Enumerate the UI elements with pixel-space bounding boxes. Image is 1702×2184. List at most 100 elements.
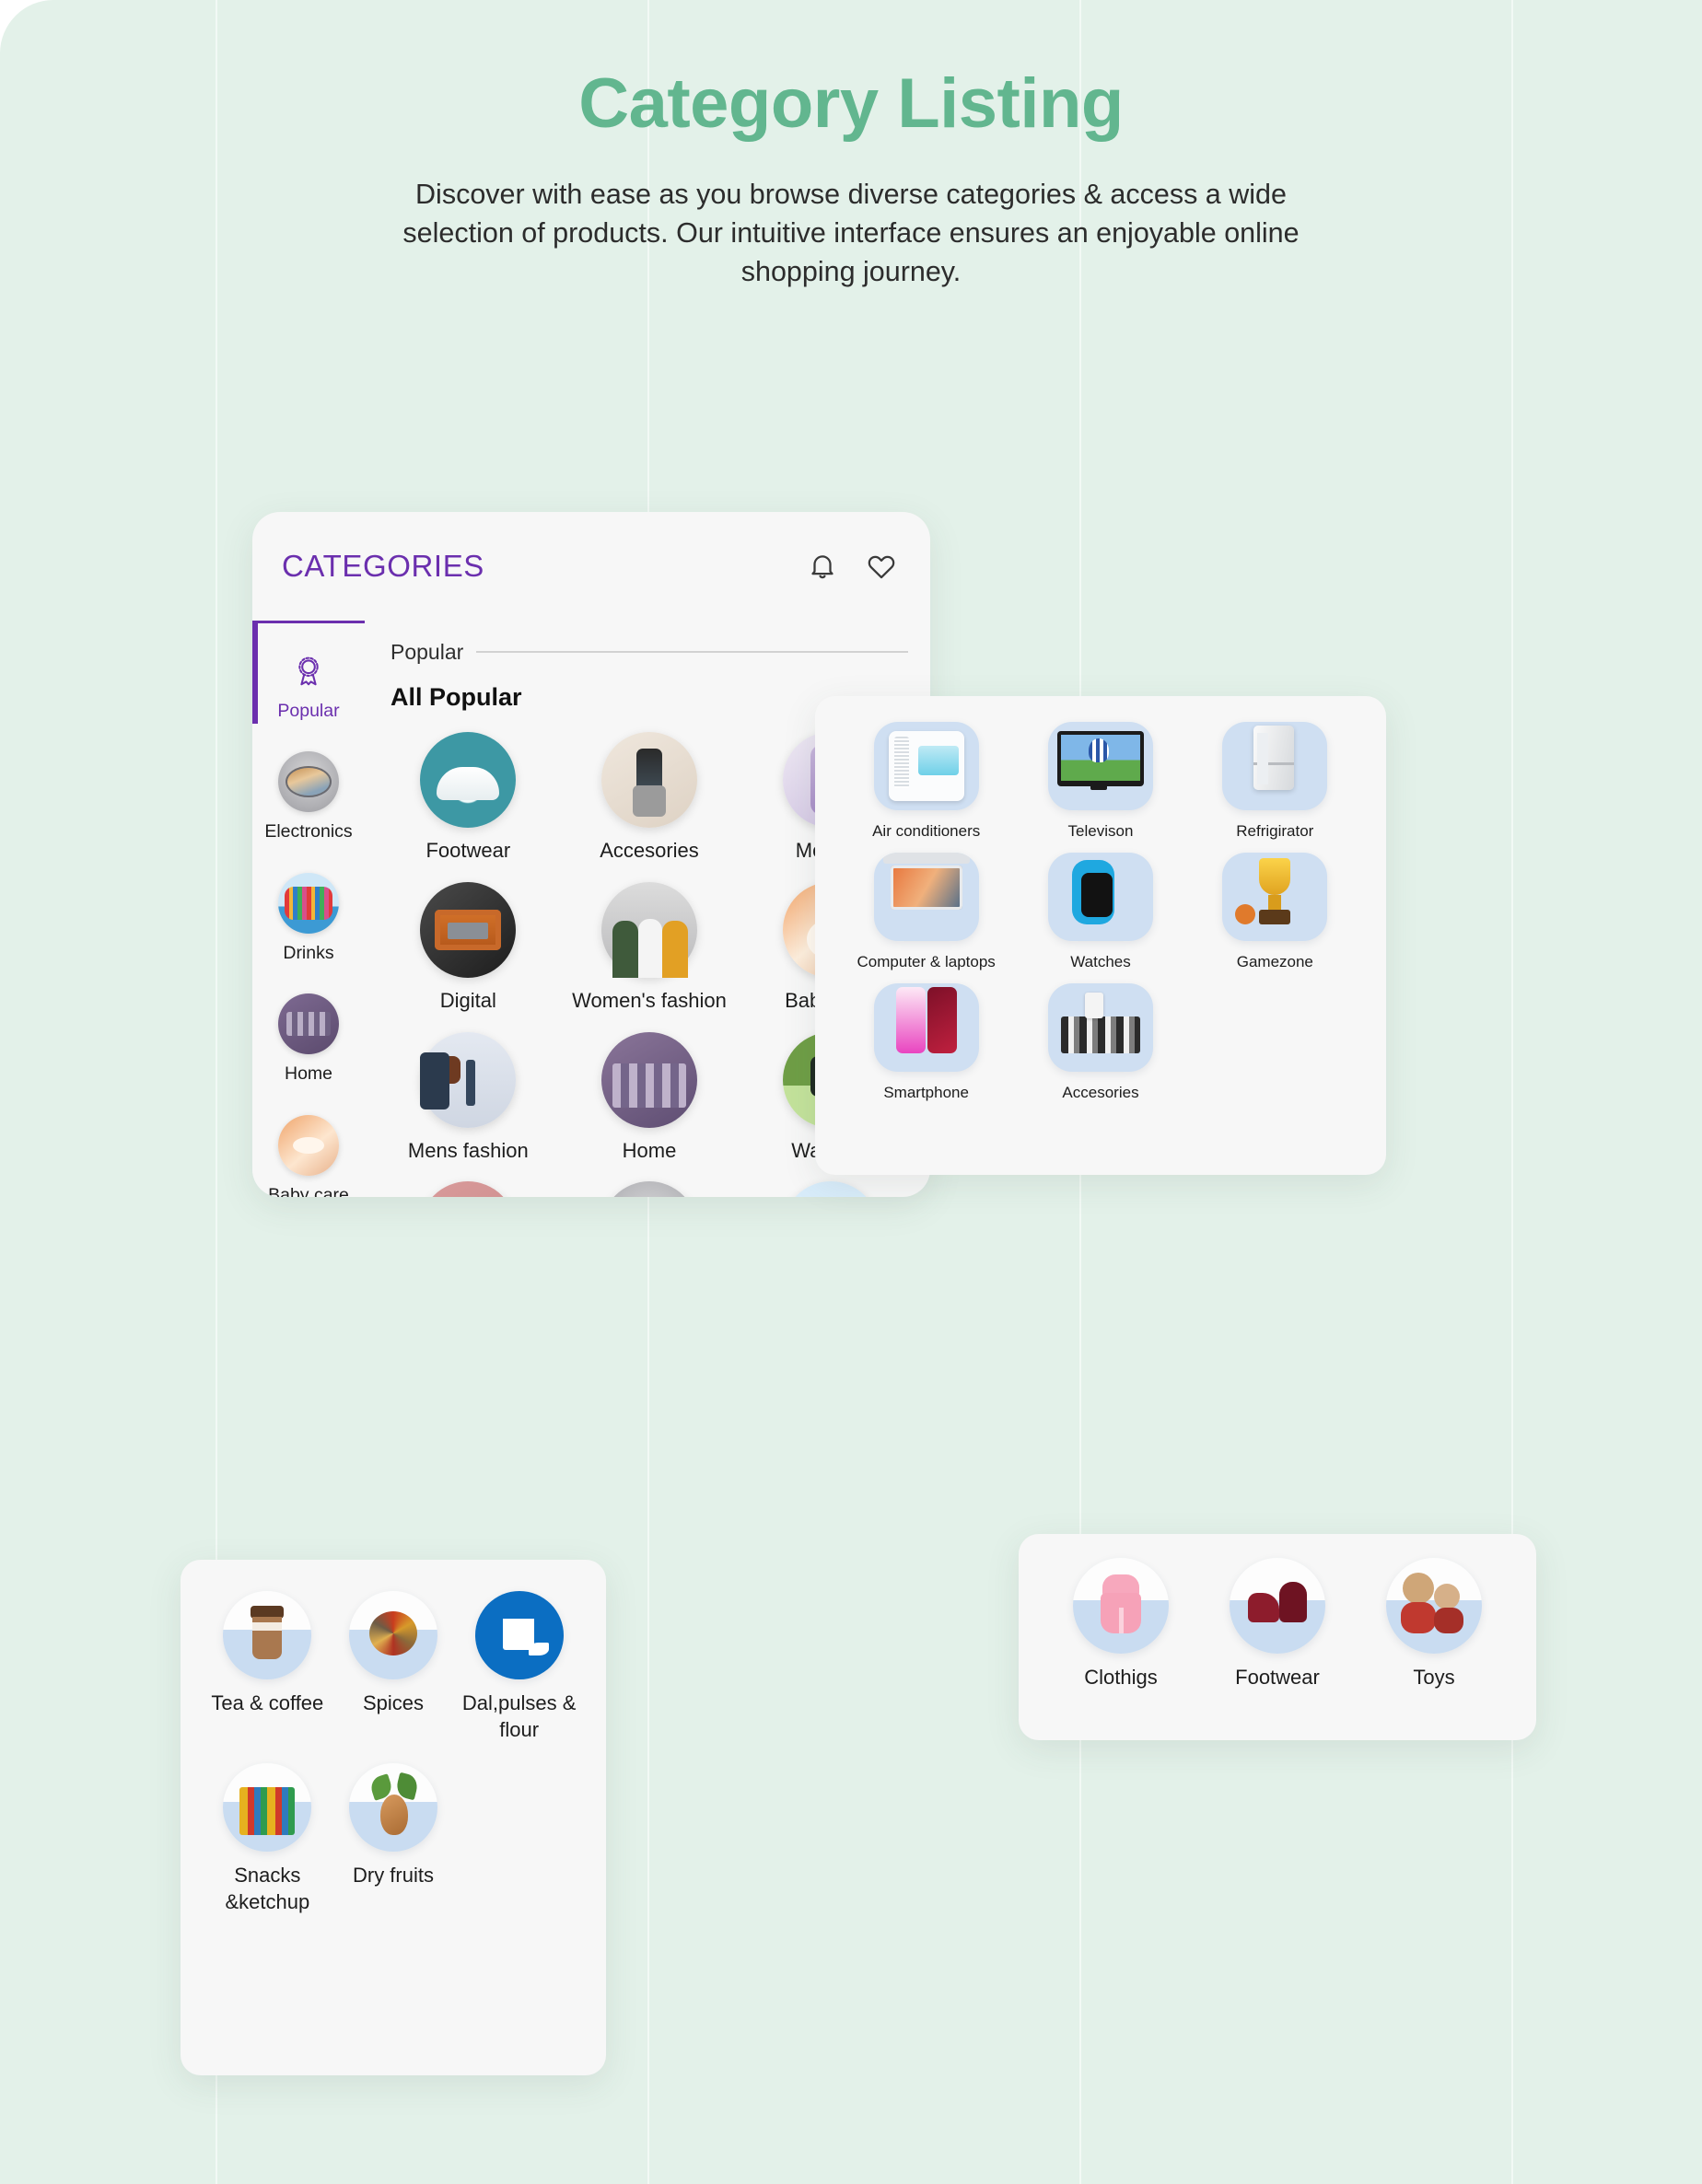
electronics-subcategory-card: Air conditioners Televison Refrigirator <box>815 696 1386 1175</box>
category-tile[interactable]: Drinks <box>740 1181 921 1197</box>
accessories-icon <box>1047 983 1153 1073</box>
headline-block: Category Listing Discover with ease as y… <box>0 64 1702 291</box>
subcategory-label: Smartphone <box>883 1084 969 1102</box>
subcategory-label: Clothigs <box>1084 1666 1158 1689</box>
kids-shoes-icon <box>1230 1558 1325 1654</box>
phone-header: CATEGORIES <box>252 512 930 621</box>
page-subtitle: Discover with ease as you browse diverse… <box>402 179 1300 288</box>
sidebar-item-label: Electronics <box>264 821 353 842</box>
home-thumbnail <box>600 1031 697 1128</box>
subcategory-tile[interactable]: Tea & coffee <box>204 1591 331 1743</box>
subcategory-label: Televison <box>1067 822 1134 840</box>
subcategory-tile[interactable]: Computer & laptops <box>839 853 1013 972</box>
category-label: Accesories <box>600 839 699 862</box>
subcategory-tile[interactable]: Smartphone <box>839 983 1013 1103</box>
category-tile[interactable]: Digital <box>378 881 559 1027</box>
almond-icon <box>348 1763 437 1853</box>
sidebar-item-label: Drinks <box>283 942 334 963</box>
subcategory-tile[interactable]: Accesories <box>1013 983 1187 1103</box>
electronics-thumbnail <box>600 1181 697 1197</box>
subcategory-tile[interactable]: Televison <box>1013 722 1187 842</box>
snacks-icon <box>223 1763 312 1853</box>
subcategory-tile[interactable]: Clothigs <box>1043 1558 1199 1691</box>
drinks-thumbnail <box>782 1181 879 1197</box>
subcategory-label: Toys <box>1413 1666 1455 1689</box>
sidebar-item-electronics[interactable]: Electronics <box>252 731 365 852</box>
subcategory-tile[interactable]: Gamezone <box>1188 853 1362 972</box>
teddy-bear-icon <box>1386 1558 1482 1654</box>
refrigerator-icon <box>1222 722 1328 810</box>
subcategory-tile[interactable]: Air conditioners <box>839 722 1013 842</box>
sidebar-item-label: Home <box>284 1063 333 1085</box>
category-label: Home <box>622 1138 677 1162</box>
section-strip: Popular <box>365 633 930 670</box>
heart-icon[interactable] <box>864 549 899 584</box>
subcategory-tile[interactable]: Spices <box>331 1591 457 1743</box>
category-tile[interactable]: Accesories <box>559 732 740 877</box>
sidebar-item-baby-care[interactable]: Baby care <box>252 1095 365 1197</box>
subcategory-label: Dal,pulses & flour <box>461 1691 577 1741</box>
sidebar-item-label: Baby care <box>268 1184 349 1197</box>
grocery-grid: Tea & coffee Spices Dal,pulses & flour S… <box>204 1591 582 1915</box>
spices-bowl-icon <box>348 1591 437 1679</box>
air-conditioner-icon <box>873 722 979 810</box>
category-rail[interactable]: Popular Electronics Drinks Home Baby car… <box>252 621 365 1197</box>
category-tile[interactable]: Home <box>559 1031 740 1177</box>
subcategory-tile[interactable]: Refrigirator <box>1188 722 1362 842</box>
drinks-thumbnail <box>278 872 339 934</box>
subcategory-label: Tea & coffee <box>211 1691 324 1714</box>
sidebar-item-drinks[interactable]: Drinks <box>252 853 365 973</box>
category-label: Footwear <box>426 839 511 862</box>
television-icon <box>1047 722 1153 810</box>
subcategory-tile[interactable]: Dry fruits <box>331 1763 457 1915</box>
subcategory-label: Spices <box>362 1691 425 1714</box>
sidebar-item-label: Popular <box>277 701 340 721</box>
baby-suit-icon <box>1073 1558 1169 1654</box>
subcategory-label: Computer & laptops <box>857 953 996 971</box>
smartwatch-icon <box>1047 853 1153 942</box>
subcategory-label: Accesories <box>1062 1084 1139 1102</box>
category-tile[interactable]: Grocery <box>378 1181 559 1197</box>
page-title: Category Listing <box>578 64 1124 143</box>
kids-grid: Clothigs Footwear Toys <box>1043 1558 1512 1691</box>
subcategory-tile[interactable]: Dal,pulses & flour <box>456 1591 582 1743</box>
category-label: Digital <box>439 988 496 1012</box>
category-tile[interactable]: Electronics <box>559 1181 740 1197</box>
sidebar-item-home[interactable]: Home <box>252 973 365 1094</box>
subcategory-label: Gamezone <box>1236 953 1313 971</box>
subcategory-tile-empty <box>456 1763 582 1915</box>
flour-packet-icon <box>474 1591 564 1679</box>
footwear-thumbnail <box>420 732 517 828</box>
kids-subcategory-card: Clothigs Footwear Toys <box>1019 1534 1536 1740</box>
background-guide-line <box>1511 0 1513 2184</box>
electronics-thumbnail <box>278 751 339 813</box>
coffee-cup-icon <box>223 1591 312 1679</box>
section-divider <box>476 651 908 653</box>
subcategory-tile[interactable]: Toys <box>1356 1558 1512 1691</box>
subcategory-label: Air conditioners <box>872 822 981 840</box>
category-tile[interactable]: Footwear <box>378 732 559 877</box>
page-canvas: Category Listing Discover with ease as y… <box>0 0 1702 2184</box>
trophy-icon <box>1222 853 1328 942</box>
subcategory-label: Snacks &ketchup <box>225 1864 310 1913</box>
grocery-thumbnail <box>420 1181 517 1197</box>
sidebar-item-popular[interactable]: Popular <box>252 621 365 731</box>
award-ribbon-icon <box>288 651 329 691</box>
smartphone-icon <box>873 983 979 1073</box>
subcategory-label: Dry fruits <box>352 1864 434 1888</box>
home-thumbnail <box>278 993 339 1055</box>
accesories-thumbnail <box>600 732 697 828</box>
category-tile[interactable]: Women's fashion <box>559 881 740 1027</box>
section-strip-label: Popular <box>391 639 464 664</box>
subcategory-tile[interactable]: Footwear <box>1199 1558 1356 1691</box>
category-label: Mens fashion <box>407 1138 529 1162</box>
subcategory-tile[interactable]: Watches <box>1013 853 1187 972</box>
womens-fashion-thumbnail <box>600 881 697 978</box>
category-label: Women's fashion <box>572 988 727 1012</box>
laptop-icon <box>873 853 979 942</box>
category-tile[interactable]: Mens fashion <box>378 1031 559 1177</box>
subcategory-tile[interactable]: Snacks &ketchup <box>204 1763 331 1915</box>
bell-icon[interactable] <box>805 549 840 584</box>
mens-fashion-thumbnail <box>420 1031 517 1128</box>
digital-thumbnail <box>420 881 517 978</box>
